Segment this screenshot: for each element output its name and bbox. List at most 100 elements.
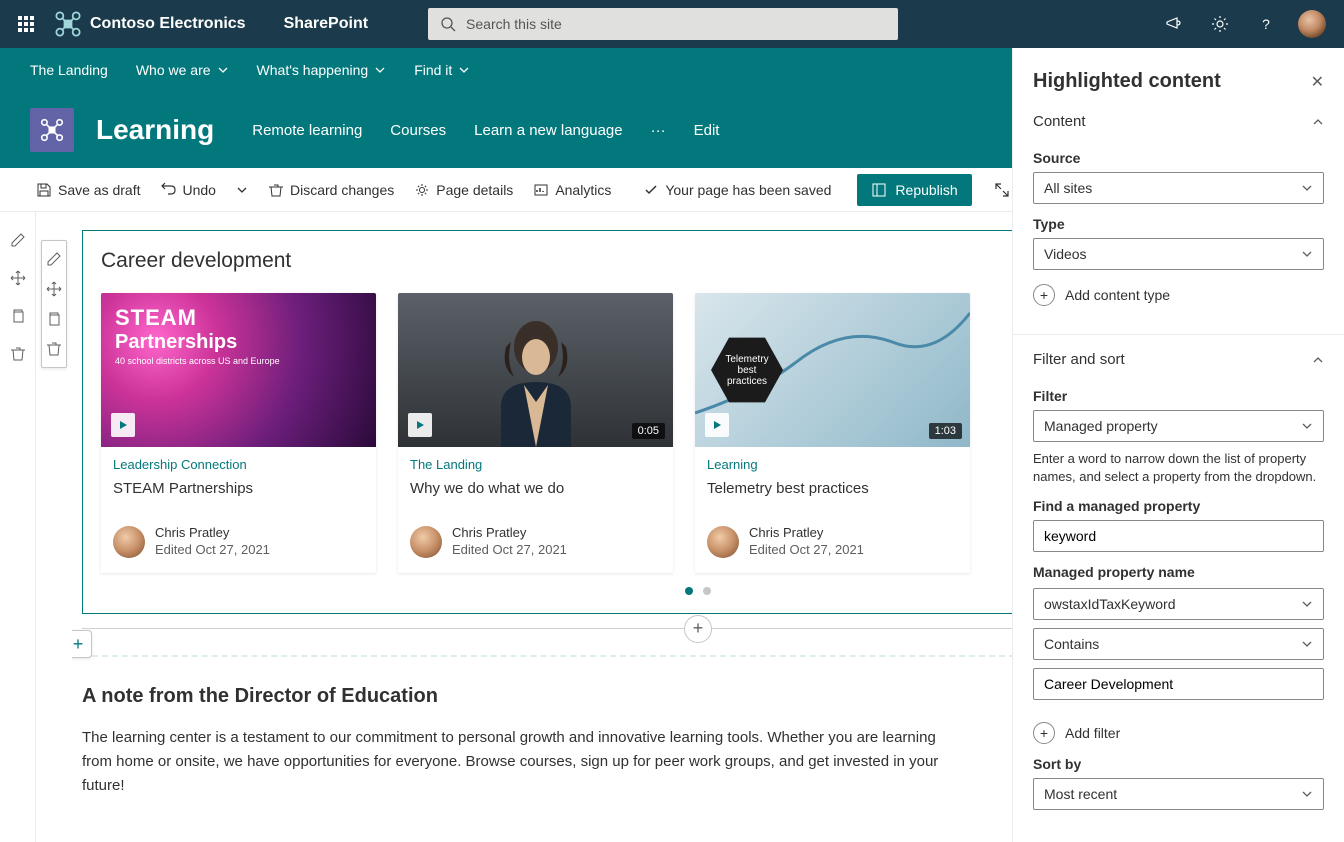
gear-icon bbox=[414, 182, 430, 198]
card-category: Leadership Connection bbox=[113, 457, 364, 472]
author-avatar bbox=[113, 526, 145, 558]
megaphone-icon[interactable] bbox=[1160, 10, 1188, 38]
duplicate-webpart-icon[interactable] bbox=[46, 311, 62, 327]
undo-icon bbox=[161, 182, 177, 198]
delete-section-icon[interactable] bbox=[8, 344, 28, 364]
card-title: Telemetry best practices bbox=[707, 480, 958, 497]
panel-title: Highlighted content bbox=[1033, 70, 1221, 93]
nav-overflow[interactable]: ··· bbox=[651, 122, 666, 139]
drone-icon bbox=[39, 117, 65, 143]
saved-status: Your page has been saved bbox=[637, 182, 837, 198]
help-icon[interactable]: ? bbox=[1252, 10, 1280, 38]
delete-webpart-icon[interactable] bbox=[46, 341, 62, 357]
author-avatar bbox=[707, 526, 739, 558]
save-draft-button[interactable]: Save as draft bbox=[30, 182, 147, 198]
mp-name-dropdown[interactable]: owstaxIdTaxKeyword bbox=[1033, 588, 1324, 620]
card-thumbnail: Telemetry best practices 1:03 bbox=[695, 293, 970, 447]
play-icon bbox=[705, 413, 729, 437]
nav-language[interactable]: Learn a new language bbox=[474, 122, 622, 139]
plus-icon: + bbox=[1033, 284, 1055, 306]
add-filter-button[interactable]: +Add filter bbox=[1033, 722, 1324, 744]
hub-item-who[interactable]: Who we are bbox=[136, 62, 229, 78]
type-label: Type bbox=[1033, 216, 1324, 232]
content-card[interactable]: Telemetry best practices 1:03 Learning T… bbox=[695, 293, 970, 573]
content-card[interactable]: STEAM Partnerships 40 school districts a… bbox=[101, 293, 376, 573]
nav-edit[interactable]: Edit bbox=[694, 122, 720, 139]
property-panel: Highlighted content ✕ Content Source All… bbox=[1012, 48, 1344, 842]
undo-chevron[interactable] bbox=[230, 184, 254, 196]
search-icon bbox=[440, 16, 456, 32]
filter-sort-section-header[interactable]: Filter and sort bbox=[1013, 334, 1344, 378]
filter-helper-text: Enter a word to narrow down the list of … bbox=[1033, 450, 1324, 486]
duration-badge: 0:05 bbox=[632, 423, 665, 439]
check-icon bbox=[643, 182, 659, 198]
nav-remote[interactable]: Remote learning bbox=[252, 122, 362, 139]
org-logo[interactable]: Contoso Electronics bbox=[54, 10, 246, 38]
edit-section-icon[interactable] bbox=[8, 230, 28, 250]
play-icon bbox=[111, 413, 135, 437]
find-property-input[interactable] bbox=[1033, 520, 1324, 552]
edit-webpart-icon[interactable] bbox=[46, 251, 62, 267]
sort-dropdown[interactable]: Most recent bbox=[1033, 778, 1324, 810]
mp-name-label: Managed property name bbox=[1033, 564, 1324, 580]
plus-icon: + bbox=[1033, 722, 1055, 744]
move-section-icon[interactable] bbox=[8, 268, 28, 288]
chevron-down-icon bbox=[236, 184, 248, 196]
analytics-button[interactable]: Analytics bbox=[527, 182, 617, 198]
type-dropdown[interactable]: Videos bbox=[1033, 238, 1324, 270]
move-webpart-icon[interactable] bbox=[46, 281, 62, 297]
chevron-up-icon bbox=[1312, 354, 1324, 366]
expand-icon bbox=[994, 182, 1010, 198]
search-input[interactable]: Search this site bbox=[428, 8, 898, 40]
add-content-type-button[interactable]: +Add content type bbox=[1033, 284, 1324, 306]
chevron-down-icon bbox=[1301, 598, 1313, 610]
hub-item-happening[interactable]: What's happening bbox=[257, 62, 387, 78]
webpart-rail bbox=[36, 212, 72, 842]
analytics-icon bbox=[533, 182, 549, 198]
card-thumbnail: STEAM Partnerships 40 school districts a… bbox=[101, 293, 376, 447]
app-launcher-icon[interactable] bbox=[10, 8, 42, 40]
site-nav: Remote learning Courses Learn a new lang… bbox=[252, 122, 719, 139]
filter-dropdown[interactable]: Managed property bbox=[1033, 410, 1324, 442]
product-name[interactable]: SharePoint bbox=[284, 15, 368, 33]
add-webpart-button[interactable]: + bbox=[684, 615, 712, 643]
search-placeholder: Search this site bbox=[466, 16, 562, 32]
hub-item-landing[interactable]: The Landing bbox=[30, 62, 108, 78]
card-category: Learning bbox=[707, 457, 958, 472]
close-panel-button[interactable]: ✕ bbox=[1311, 72, 1324, 92]
settings-icon[interactable] bbox=[1206, 10, 1234, 38]
card-title: Why we do what we do bbox=[410, 480, 661, 497]
site-logo[interactable] bbox=[30, 108, 74, 152]
chevron-down-icon bbox=[374, 64, 386, 76]
sort-label: Sort by bbox=[1033, 756, 1324, 772]
page-details-button[interactable]: Page details bbox=[408, 182, 519, 198]
undo-button[interactable]: Undo bbox=[155, 182, 222, 198]
expand-button[interactable] bbox=[994, 182, 1010, 198]
pager-dot[interactable] bbox=[703, 587, 711, 595]
chevron-down-icon bbox=[217, 64, 229, 76]
republish-button[interactable]: Republish bbox=[857, 174, 971, 206]
chevron-down-icon bbox=[1301, 248, 1313, 260]
save-icon bbox=[36, 182, 52, 198]
content-section-header[interactable]: Content bbox=[1013, 103, 1344, 140]
card-thumbnail: 0:05 bbox=[398, 293, 673, 447]
mp-value-input[interactable] bbox=[1033, 668, 1324, 700]
person-silhouette bbox=[476, 307, 596, 447]
hub-item-findit[interactable]: Find it bbox=[414, 62, 470, 78]
nav-courses[interactable]: Courses bbox=[390, 122, 446, 139]
discard-icon bbox=[268, 182, 284, 198]
card-title: STEAM Partnerships bbox=[113, 480, 364, 497]
chevron-down-icon bbox=[1301, 638, 1313, 650]
content-card[interactable]: 0:05 The Landing Why we do what we do Ch… bbox=[398, 293, 673, 573]
pager-dot[interactable] bbox=[685, 587, 693, 595]
mp-operator-dropdown[interactable]: Contains bbox=[1033, 628, 1324, 660]
source-dropdown[interactable]: All sites bbox=[1033, 172, 1324, 204]
chevron-down-icon bbox=[1301, 788, 1313, 800]
author-avatar bbox=[410, 526, 442, 558]
copy-section-icon[interactable] bbox=[8, 306, 28, 326]
user-avatar[interactable] bbox=[1298, 10, 1326, 38]
svg-text:?: ? bbox=[1262, 16, 1270, 32]
discard-button[interactable]: Discard changes bbox=[262, 182, 400, 198]
find-property-label: Find a managed property bbox=[1033, 498, 1324, 514]
site-title: Learning bbox=[96, 114, 214, 146]
